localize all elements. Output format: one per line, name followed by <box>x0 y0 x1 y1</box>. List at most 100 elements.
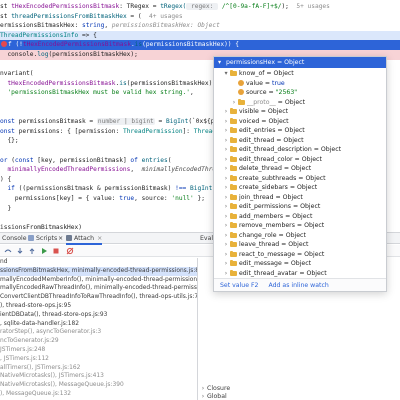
object-icon <box>230 203 237 209</box>
chevron-right-icon[interactable]: › <box>222 117 230 127</box>
stack-frame[interactable]: mallyEncodedRawThreadInfo(), minimally-e… <box>0 284 197 293</box>
collapse-arrow-icon[interactable]: ▾ <box>218 57 226 68</box>
chevron-right-icon[interactable]: › <box>222 231 230 241</box>
chevron-right-icon[interactable]: › <box>222 126 230 136</box>
code-token: permissionsBitmaskHex: Object <box>111 22 220 30</box>
tree-row[interactable]: › edit_entries = Object <box>214 126 386 136</box>
stack-frame[interactable]: ncToGenerator.js:29 <box>0 337 197 346</box>
chevron-right-icon[interactable]: › <box>230 98 238 108</box>
chevron-right-icon[interactable]: › <box>222 193 230 203</box>
step-over-icon[interactable] <box>4 247 12 255</box>
chevron-right-icon[interactable]: › <box>222 202 230 212</box>
code-line[interactable]: ThreadPermissionsInfo => { <box>0 30 400 41</box>
chevron-right-icon[interactable]: › <box>199 392 207 400</box>
object-tree[interactable]: ▾ know_of = Object value = true source = "2… <box>214 69 386 277</box>
tree-row[interactable]: › edit_thread = Object <box>214 136 386 146</box>
chevron-down-icon[interactable]: ▾ <box>222 69 230 79</box>
tree-row[interactable]: › edit_thread_avatar = Object <box>214 269 386 278</box>
stack-frame[interactable]: ssionsFromBitmaskHex, minimally-encoded-… <box>0 266 197 276</box>
add-inline-watch-link[interactable]: Add as inline watch <box>268 282 328 289</box>
tree-value: Object <box>320 146 342 153</box>
tree-row[interactable]: › react_to_message = Object <box>214 250 386 260</box>
chevron-right-icon[interactable]: › <box>222 240 230 250</box>
tree-row[interactable]: › leave_thread = Object <box>214 240 386 250</box>
chevron-right-icon[interactable]: › <box>222 183 230 193</box>
chevron-right-icon[interactable]: › <box>222 136 230 146</box>
chevron-right-icon[interactable]: › <box>222 250 230 260</box>
stack-frame[interactable]: ), MessageQueue.js:132 <box>0 390 197 399</box>
code-line[interactable]: f (!tHexEncodedPermissionsBitmask.is(per… <box>0 40 400 50</box>
stack-frame[interactable]: allTimers(), JSTimers.js:162 <box>0 364 197 373</box>
tree-row[interactable]: › join_thread = Object <box>214 193 386 203</box>
code-token: tHexEncodedPermissionsBitmask <box>11 3 120 10</box>
tree-row[interactable]: › edit_permissions = Object <box>214 202 386 212</box>
chevron-right-icon[interactable]: › <box>222 259 230 269</box>
code-token: (permissionsBitmaskHex)) { <box>142 41 239 49</box>
tab-scripts[interactable]: Scripts <box>28 233 57 245</box>
tab-attach[interactable]: Attach × <box>66 233 103 245</box>
tree-row[interactable]: › __proto__ = Object <box>214 98 386 108</box>
tree-row[interactable]: › change_role = Object <box>214 231 386 241</box>
tree-row[interactable]: ▾ know_of = Object <box>214 69 386 79</box>
stack-frame[interactable]: ientDBData(), thread-store-ops.js:93 <box>0 311 197 320</box>
code-token: [key, permissionBitmask] <box>37 156 131 164</box>
tree-row[interactable]: › create_sidebars = Object <box>214 183 386 193</box>
stack-frame[interactable]: ratorStep(), asyncToGenerator.js:3 <box>0 328 197 337</box>
close-icon[interactable]: × <box>58 233 63 245</box>
chevron-right-icon[interactable]: › <box>222 221 230 231</box>
stack-frame[interactable]: ConvertClientDBThreadInfoToRawThreadInfo… <box>0 293 197 302</box>
popup-header[interactable]: ▾ permissionsHex = Object <box>214 57 386 68</box>
chevron-right-icon[interactable]: › <box>222 269 230 278</box>
tree-row[interactable]: › add_members = Object <box>214 212 386 222</box>
chevron-right-icon[interactable]: › <box>222 155 230 165</box>
chevron-right-icon[interactable]: › <box>222 212 230 222</box>
stack-frame[interactable]: NativeMicrotasks(), JSTimers.js:413 <box>0 372 197 381</box>
tree-row[interactable]: › visible = Object <box>214 107 386 117</box>
equals-sign: = <box>276 231 286 239</box>
tree-row[interactable]: › create_subthreads = Object <box>214 174 386 184</box>
equals-sign: = <box>266 89 276 96</box>
code-token: /^[0-9a-fA-F]+$/ <box>218 3 282 10</box>
stack-frame[interactable]: JSTimers.js:248 <box>0 346 197 355</box>
value-inspector-popup[interactable]: ▾ permissionsHex = Object ▾ know_of = Obje… <box>213 56 387 292</box>
stack-frame[interactable]: mallyEncodedMemberInfo(), minimally-enco… <box>0 276 197 285</box>
code-token: nvariant( <box>0 70 34 78</box>
step-into-icon[interactable] <box>16 247 24 255</box>
global-scope[interactable]: › Global <box>199 392 227 400</box>
tree-row[interactable]: source = "2563" <box>214 88 386 98</box>
code-token: (permissionsBitmaskHex); <box>48 51 138 58</box>
code-token: permissionsBitmask <box>18 118 86 126</box>
tab-console[interactable]: Console <box>2 233 27 245</box>
stack-frame[interactable]: , sqlite-data-handler.js:182 <box>0 320 197 329</box>
code-token: is <box>119 79 127 87</box>
stack-frame[interactable]: ), thread-store-ops.js:95 <box>0 302 197 311</box>
step-out-icon[interactable] <box>28 247 36 255</box>
chevron-right-icon[interactable]: › <box>222 107 230 117</box>
tree-row[interactable]: › delete_thread = Object <box>214 164 386 174</box>
set-value-link[interactable]: Set value F2 <box>220 282 259 289</box>
popup-footer: Set value F2 Add as inline watch <box>214 278 386 291</box>
chevron-right-icon[interactable]: › <box>222 145 230 155</box>
tree-row[interactable]: › remove_members = Object <box>214 221 386 231</box>
code-token: }; <box>193 195 205 202</box>
code-line[interactable]: ermissionsBitmaskHex: string, permission… <box>0 21 400 31</box>
code-line[interactable]: st tHexEncodedPermissionsBitmask: TRegex… <box>0 2 400 12</box>
breakpoint-icon[interactable] <box>1 41 7 48</box>
tree-row[interactable]: › voiced = Object <box>214 117 386 127</box>
mute-breakpoints-icon[interactable] <box>66 247 74 255</box>
code-token: (permissionsBitmaskHex), <box>126 79 217 87</box>
stop-icon[interactable] <box>52 247 60 255</box>
chevron-right-icon[interactable]: › <box>222 174 230 184</box>
code-line[interactable]: st threadPermissionsFromBitmaskHex = ( 4… <box>0 12 400 22</box>
stack-frame[interactable]: , JSTimers.js:112 <box>0 355 197 364</box>
code-token: 4+ usages <box>141 12 183 20</box>
tree-row[interactable]: › edit_thread_color = Object <box>214 155 386 165</box>
chevron-right-icon[interactable]: › <box>222 164 230 174</box>
code-token: entries <box>141 156 168 164</box>
tree-row[interactable]: value = true <box>214 79 386 89</box>
stack-frame[interactable]: nd <box>0 258 197 267</box>
resume-icon[interactable] <box>40 247 48 255</box>
tree-row[interactable]: › edit_message = Object <box>214 259 386 269</box>
tree-row[interactable]: › edit_thread_description = Object <box>214 145 386 155</box>
stack-frame[interactable]: NativeMicrotasks(), MessageQueue.js:390 <box>0 381 197 390</box>
